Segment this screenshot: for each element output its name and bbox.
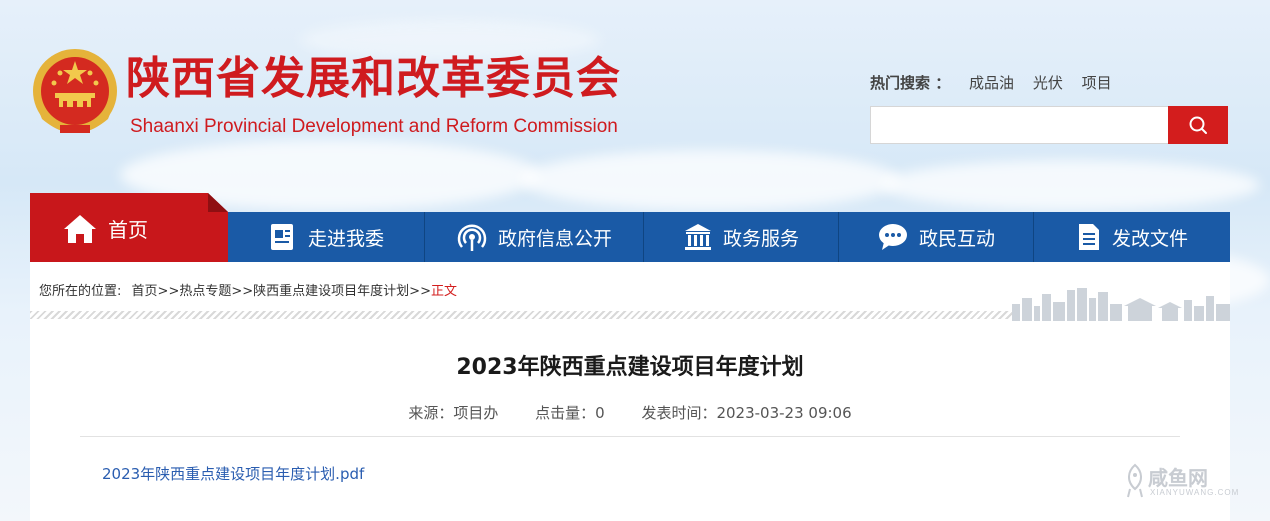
breadcrumb-link-topics[interactable]: 热点专题 <box>179 284 231 299</box>
nav-home-label[interactable]: 首页 <box>108 214 148 243</box>
attachment-link[interactable]: 2023年陕西重点建设项目年度计划.pdf <box>102 463 364 484</box>
search-box <box>870 106 1228 144</box>
broadcast-icon <box>457 224 487 251</box>
article-meta: 来源：项目办 点击量：0 发表时间：2023-03-23 09:06 <box>0 402 1260 423</box>
breadcrumb-link-home[interactable]: 首页 <box>132 284 158 299</box>
watermark-logo-icon <box>1127 463 1143 498</box>
home-icon <box>64 215 96 243</box>
breadcrumb-separator: >> <box>231 284 254 299</box>
nav-item-label: 政府信息公开 <box>497 227 612 250</box>
nav-item-label: 政务服务 <box>722 227 799 250</box>
nav-item-gov-services[interactable]: 政务服务 <box>644 212 838 262</box>
search-button[interactable] <box>1168 106 1228 144</box>
hot-search-label: 热门搜索 ： <box>870 74 951 92</box>
nav-item-label: 发改文件 <box>1111 227 1188 250</box>
nav-item-label: 走进我委 <box>307 227 384 250</box>
article-hits: 点击量：0 <box>535 404 605 422</box>
site-title-en: Shaanxi Provincial Development and Refor… <box>130 116 618 137</box>
hatched-divider <box>30 311 1015 319</box>
city-skyline-icon <box>1012 288 1230 321</box>
id-card-icon <box>270 224 293 250</box>
breadcrumb: 您所在的位置: 首页>>热点专题>>陕西重点建设项目年度计划>>正文 <box>39 280 457 299</box>
meta-divider <box>80 436 1180 437</box>
article-source: 来源：项目办 <box>408 404 499 422</box>
search-input[interactable] <box>871 107 1191 143</box>
national-emblem-icon <box>33 49 117 133</box>
article-published: 发表时间：2023-03-23 09:06 <box>641 404 852 422</box>
breadcrumb-prefix: 您所在的位置: <box>39 284 122 299</box>
document-icon <box>1078 224 1099 250</box>
nav-item-documents[interactable]: 发改文件 <box>1034 212 1230 262</box>
nav-item-interaction[interactable]: 政民互动 <box>839 212 1033 262</box>
site-title-cn[interactable]: 陕西省发展和改革委员会 <box>126 52 621 106</box>
hot-keyword-link[interactable]: 光伏 <box>1033 74 1063 92</box>
chat-bubble-icon <box>878 224 907 250</box>
search-icon <box>1189 116 1207 134</box>
breadcrumb-current: 正文 <box>430 284 457 299</box>
hot-keyword-link[interactable]: 成品油 <box>969 74 1014 92</box>
breadcrumb-separator: >> <box>409 284 431 299</box>
hot-keyword-link[interactable]: 项目 <box>1082 74 1112 92</box>
breadcrumb-link-plan[interactable]: 陕西重点建设项目年度计划 <box>253 284 409 299</box>
nav-item-label: 政民互动 <box>918 227 995 250</box>
watermark-text: 咸鱼网 <box>1148 466 1208 490</box>
watermark-domain: XIANYUWANG.COM <box>1150 488 1240 497</box>
nav-item-about[interactable]: 走进我委 <box>228 212 424 262</box>
government-building-icon <box>684 224 711 250</box>
breadcrumb-separator: >> <box>157 284 180 299</box>
nav-item-info-disclosure[interactable]: 政府信息公开 <box>425 212 643 262</box>
hot-search: 热门搜索 ： 成品油 光伏 项目 <box>870 72 1112 93</box>
article-title: 2023年陕西重点建设项目年度计划 <box>456 355 804 380</box>
